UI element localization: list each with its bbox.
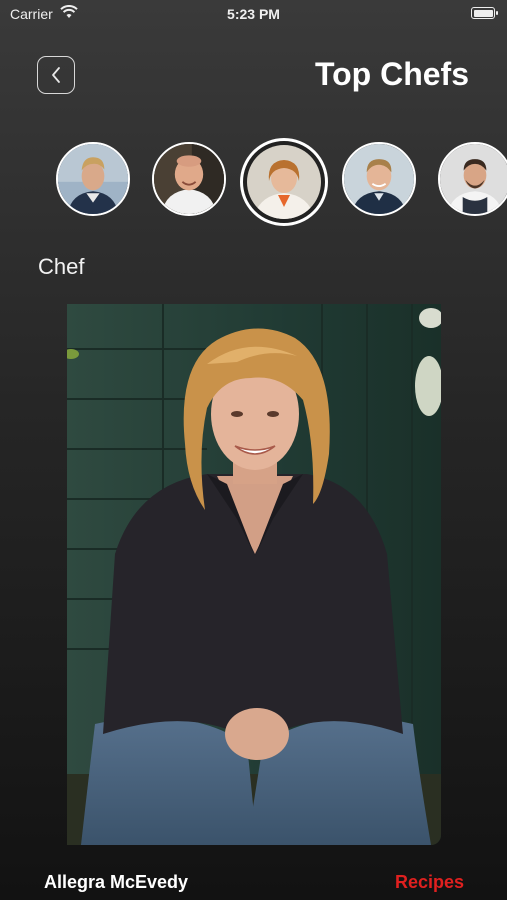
page-title: Top Chefs: [314, 56, 469, 92]
chef-photo: [67, 304, 441, 845]
status-bar: Carrier 5:23 PM: [0, 0, 507, 28]
status-time: 5:23 PM: [227, 6, 280, 22]
back-button[interactable]: [37, 56, 75, 94]
chef-avatar-strip[interactable]: [0, 138, 507, 228]
section-label: Chef: [38, 254, 85, 279]
chef-avatar[interactable]: [152, 142, 226, 216]
recipes-button[interactable]: Recipes: [395, 872, 464, 893]
chevron-left-icon: [52, 67, 60, 83]
chef-avatar[interactable]: [342, 142, 416, 216]
chef-avatar-selected[interactable]: [240, 138, 328, 226]
chef-avatar[interactable]: [56, 142, 130, 216]
chef-name: Allegra McEvedy: [44, 872, 189, 892]
battery-icon: [471, 7, 498, 19]
chef-avatar[interactable]: [438, 142, 507, 216]
